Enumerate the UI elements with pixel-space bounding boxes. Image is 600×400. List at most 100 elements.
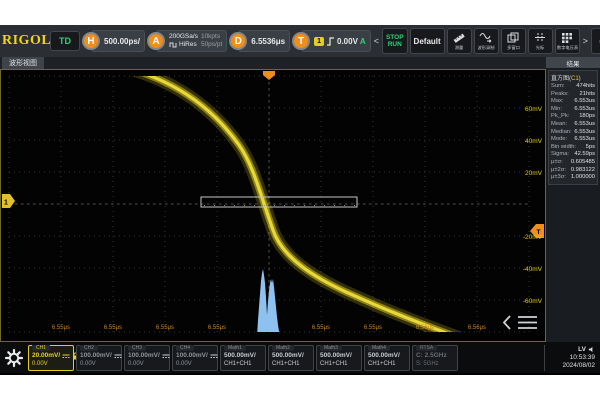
y-axis-label: -40mV xyxy=(523,266,543,273)
stat-label: Sum: xyxy=(551,83,565,91)
histogram-stat-row: Sigma:42.59ps xyxy=(551,151,595,159)
histogram-stat-row: μ±2σ: 0.983122 xyxy=(551,167,595,175)
stat-value: 180ps xyxy=(579,113,595,121)
waveform-view[interactable]: 1 T 6.55μs6.55μs6.55μs6.55μs6.55μs6.55μs… xyxy=(0,69,546,342)
channel-box-rtsa[interactable]: RTSAC: 2.5GHzS: 5GHz xyxy=(412,345,458,371)
toolbar-button-measure[interactable]: 测量 xyxy=(447,28,472,54)
channel-box-ch1[interactable]: CH120.00mV/0.00V xyxy=(28,345,74,371)
channel-scale: C: 2.5GHz xyxy=(416,352,454,360)
trigger-knob[interactable]: T xyxy=(292,32,310,50)
results-panel: 结果 直方图(C1) Sum:474hitsPeaks:21hitsMax:6.… xyxy=(546,57,600,342)
expand-right-icon[interactable]: > xyxy=(582,36,589,46)
channel-offset: CH1+CH1 xyxy=(320,360,358,368)
menu-expand-icon[interactable] xyxy=(504,316,537,329)
trigger-status-badge: TD xyxy=(50,31,80,51)
channel-scale: 500.00mV/ xyxy=(368,352,406,360)
channel-offset: 0.00V xyxy=(176,360,214,368)
dc-coupling-icon xyxy=(162,353,170,359)
multi-window-icon xyxy=(507,32,519,43)
x-axis-label: 6.55μs xyxy=(52,325,70,331)
histogram-stat-row: Mode: 6.553us xyxy=(551,136,595,144)
toolbar-button-cursor[interactable]: 光标 xyxy=(528,28,553,54)
dc-coupling-icon xyxy=(62,353,70,359)
trigger-group: T 1 0.00V A xyxy=(292,30,371,52)
acquisition-knob[interactable]: A xyxy=(147,32,165,50)
collapse-left-icon[interactable]: < xyxy=(373,36,380,46)
tab-waveform-view[interactable]: 波形视图 xyxy=(2,57,44,69)
trigger-info[interactable]: 1 0.00V A xyxy=(301,30,371,52)
channel-scale: 20.00mV/ xyxy=(32,352,70,360)
x-axis-label: 6.56μs xyxy=(468,325,486,331)
stat-label: Sigma: xyxy=(551,151,569,159)
channel-box-math4[interactable]: Math4500.00mV/CH1+CH1 xyxy=(364,345,410,371)
stat-value: 21hits xyxy=(580,91,595,99)
default-button[interactable]: Default xyxy=(410,28,445,54)
channel-offset: 0.00V xyxy=(32,360,70,368)
clock-date: 2024/08/02 xyxy=(549,362,595,370)
dc-coupling-icon xyxy=(210,353,218,359)
rigol-logo: RIGOL xyxy=(2,33,48,49)
channel-box-math2[interactable]: Math2500.00mV/CH1+CH1 xyxy=(268,345,314,371)
results-title: 结果 xyxy=(546,57,600,68)
sample-rate: 200GSa/s xyxy=(169,33,198,41)
acquisition-info[interactable]: 200GSa/s HiRes 10kpts 50ps/pt xyxy=(156,30,227,52)
horizontal-scale-knob[interactable]: H xyxy=(82,32,100,50)
stat-label: μ±3σ: xyxy=(551,174,566,182)
stat-label: μ±σ: xyxy=(551,159,563,167)
status-area: LV 10:53:39 2024/08/02 xyxy=(544,345,598,371)
stat-value: 6.553us xyxy=(574,129,595,137)
channel-box-math3[interactable]: Math3500.00mV/CH1+CH1 xyxy=(316,345,362,371)
channel-tab: Math1 xyxy=(224,345,246,351)
channel-scale: 500.00mV/ xyxy=(320,352,358,360)
stat-value: 6.553us xyxy=(574,121,595,129)
svg-text:1: 1 xyxy=(4,200,8,207)
stat-value: 474hits xyxy=(576,83,595,91)
graticule: 1 T 6.55μs6.55μs6.55μs6.55μs6.55μs6.55μs… xyxy=(1,70,545,341)
trigger-sweep-mode: A xyxy=(360,37,366,46)
histogram-stat-row: Peaks: 21hits xyxy=(551,91,595,99)
toolbar-button-record[interactable]: 波形录制 xyxy=(474,28,499,54)
channel-tab: RTSA xyxy=(416,345,437,351)
histogram-stat-row: μ±σ: 0.605485 xyxy=(551,159,595,167)
stat-label: Peaks: xyxy=(551,91,569,99)
x-axis-label: 6.55μs xyxy=(364,325,382,331)
refresh-button[interactable] xyxy=(591,28,600,54)
histogram-result-card[interactable]: 直方图(C1) Sum:474hitsPeaks:21hitsMax:6.553… xyxy=(548,70,598,185)
channel-scale: 100.00mV/ xyxy=(80,352,118,360)
channel-tab: Math4 xyxy=(368,345,390,351)
toolbar-button-multi-window[interactable]: 多窗口 xyxy=(501,28,526,54)
channel-scale: 500.00mV/ xyxy=(224,352,262,360)
stat-value: 0.605485 xyxy=(571,159,595,167)
histogram-stat-row: Mean:6.553us xyxy=(551,121,595,129)
channel-box-ch2[interactable]: CH2100.00mV/0.00V xyxy=(76,345,122,371)
stat-label: Max: xyxy=(551,98,564,106)
channel-box-ch4[interactable]: CH4100.00mV/0.00V xyxy=(172,345,218,371)
run-stop-button[interactable]: STOP RUN xyxy=(382,28,408,54)
ch1-offset-marker[interactable]: 1 xyxy=(2,194,15,208)
stat-label: Mode: xyxy=(551,136,567,144)
channel-offset: CH1+CH1 xyxy=(368,360,406,368)
histogram-stat-row: μ±3σ: 1.000000 xyxy=(551,174,595,182)
stat-value: 1.000000 xyxy=(571,174,595,182)
settings-gear-icon[interactable] xyxy=(2,348,26,368)
channel-tab: CH4 xyxy=(176,345,194,351)
dvm-icon xyxy=(561,32,573,43)
stat-value: 6.553us xyxy=(574,136,595,144)
channel-scale: 100.00mV/ xyxy=(176,352,214,360)
measure-icon xyxy=(453,31,465,43)
speaker-icon xyxy=(588,346,595,353)
toolbar-button-dvm[interactable]: 数字电压表 xyxy=(555,28,580,54)
stat-value: 0.983122 xyxy=(571,167,595,175)
channel-box-math1[interactable]: Math1500.00mV/CH1+CH1 xyxy=(220,345,266,371)
channel-box-ch3[interactable]: CH3100.00mV/0.00V xyxy=(124,345,170,371)
rising-edge-icon xyxy=(326,36,335,47)
oscilloscope-screen: RIGOL TD H 500.00ps/ A 200GSa/s HiRes 10… xyxy=(0,25,600,375)
page: RIGOL TD H 500.00ps/ A 200GSa/s HiRes 10… xyxy=(0,0,600,400)
header-bar: RIGOL TD H 500.00ps/ A 200GSa/s HiRes 10… xyxy=(0,25,600,57)
trigger-level-value: 0.00V xyxy=(337,37,358,46)
channel-offset: CH1+CH1 xyxy=(224,360,262,368)
stat-label: μ±2σ: xyxy=(551,167,566,175)
trigger-position-marker[interactable] xyxy=(263,71,275,80)
channel-offset: CH1+CH1 xyxy=(272,360,310,368)
histogram-trace xyxy=(257,269,284,336)
